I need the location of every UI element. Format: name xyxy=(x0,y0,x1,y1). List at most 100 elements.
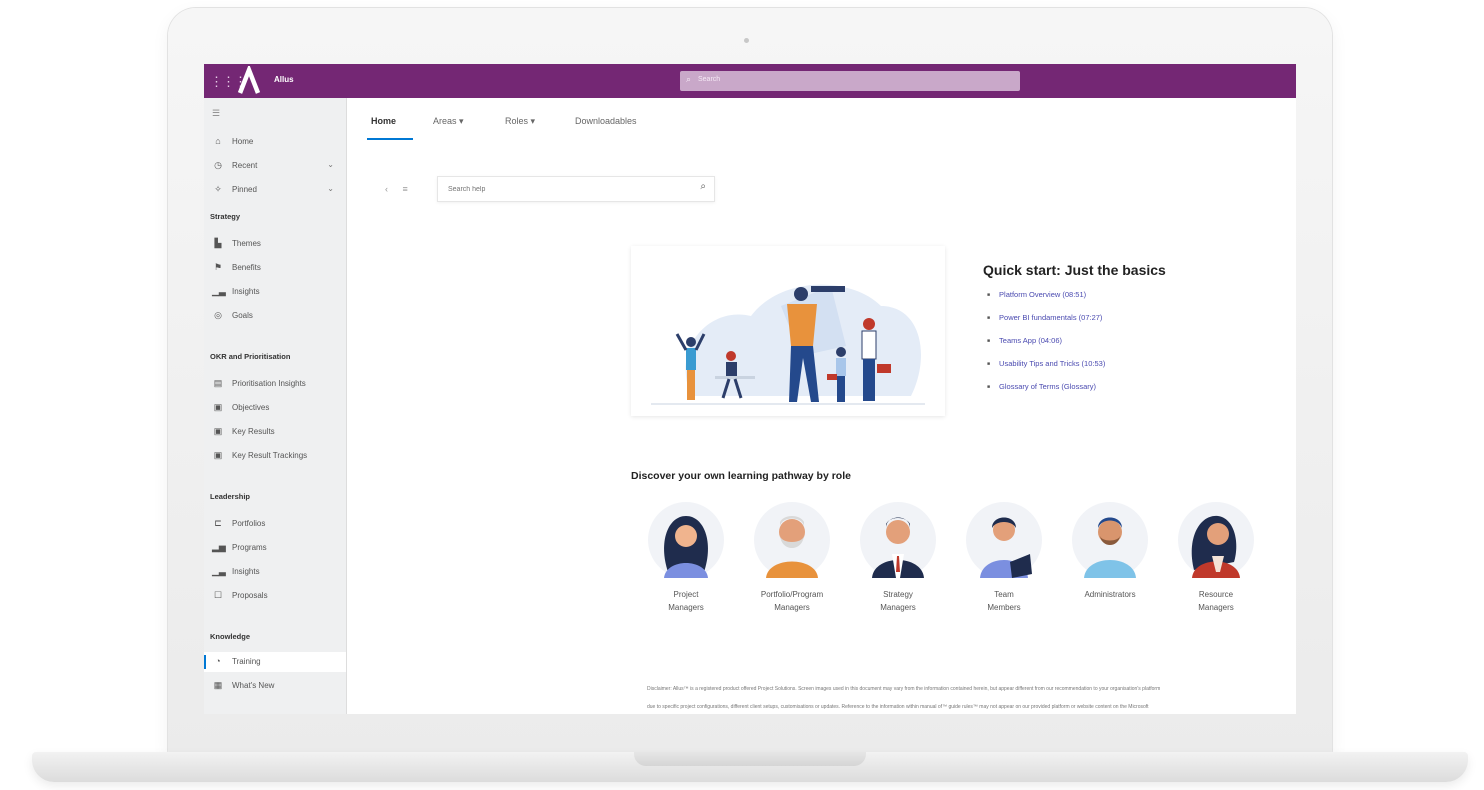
sidebar-item-label: Home xyxy=(232,137,254,146)
top-bar: ⋮⋮⋮ Allus ⌕ Search xyxy=(204,64,1296,98)
quick-start-link[interactable]: Glossary of Terms (Glossary) xyxy=(987,382,1105,405)
sidebar-item-label: Prioritisation Insights xyxy=(232,379,306,388)
portfolio-icon: ⊏ xyxy=(214,518,222,528)
disclaimer-text: Disclaimer: Allus™ is a registered produ… xyxy=(647,686,1161,692)
tab-areas[interactable]: Areas ▾ xyxy=(433,116,464,127)
list-icon: ▤ xyxy=(213,378,223,388)
quick-start-title: Quick start: Just the basics xyxy=(983,262,1166,278)
section-heading-leadership: Leadership xyxy=(210,492,251,501)
chart-icon: ▁▃ xyxy=(212,566,226,576)
sidebar-item-key-results[interactable]: ▣ Key Results xyxy=(204,422,346,442)
quick-start-link[interactable]: Power BI fundamentals (07:27) xyxy=(987,313,1105,336)
global-search-input[interactable]: ⌕ Search xyxy=(680,71,1020,91)
sidebar-item-label: Programs xyxy=(232,543,267,552)
sidebar-item-leadership-insights[interactable]: ▁▃ Insights xyxy=(204,562,346,582)
role-portfolio-program-managers[interactable]: Portfolio/Program Managers xyxy=(747,502,837,622)
sidebar-item-programs[interactable]: ▂▅ Programs xyxy=(204,538,346,558)
objective-icon: ▣ xyxy=(213,402,223,412)
sidebar-item-label: Insights xyxy=(232,287,260,296)
sidebar-item-objectives[interactable]: ▣ Objectives xyxy=(204,398,346,418)
search-placeholder: Search xyxy=(698,76,721,83)
pin-icon: ✧ xyxy=(214,184,222,194)
sidebar-item-pinned[interactable]: ✧ Pinned ⌄ xyxy=(204,180,346,200)
role-team-members[interactable]: Team Members xyxy=(959,502,1049,622)
sidebar-item-benefits[interactable]: ⚑ Benefits xyxy=(204,258,346,278)
quick-start-link[interactable]: Platform Overview (08:51) xyxy=(987,290,1105,313)
chart-icon: ▁▃ xyxy=(212,286,226,296)
role-label: Managers xyxy=(774,603,810,612)
sidebar-item-label: Objectives xyxy=(232,403,270,412)
sidebar-item-proposals[interactable]: ☐ Proposals xyxy=(204,586,346,606)
sidebar-item-label: Key Results xyxy=(232,427,275,436)
camera-icon xyxy=(744,38,749,43)
sidebar-item-training[interactable]: ◔ Training xyxy=(204,652,346,672)
discover-title: Discover your own learning pathway by ro… xyxy=(631,470,851,482)
search-icon[interactable]: ⌕ xyxy=(700,181,706,192)
sidebar-item-label: Benefits xyxy=(232,263,261,272)
app-screen: ⋮⋮⋮ Allus ⌕ Search ☰ ⌂ Home ◷ Recent ⌄ ✧… xyxy=(204,64,1296,714)
back-forward-arrows[interactable]: ‹ ≡ xyxy=(385,184,414,194)
role-label: Resource xyxy=(1198,590,1234,599)
training-icon: ◔ xyxy=(215,656,221,666)
sidebar-item-label: Proposals xyxy=(232,591,268,600)
role-label: Members xyxy=(987,603,1021,612)
sidebar-item-label: Themes xyxy=(232,239,261,248)
tab-roles[interactable]: Roles ▾ xyxy=(505,116,535,127)
sidebar-item-prioritisation-insights[interactable]: ▤ Prioritisation Insights xyxy=(204,374,346,394)
avatar xyxy=(966,502,1042,578)
role-label: Administrators xyxy=(1084,590,1136,599)
role-resource-managers[interactable]: Resource Managers xyxy=(1171,502,1261,622)
laptop-notch xyxy=(634,752,866,766)
sidebar-item-goals[interactable]: ◎ Goals xyxy=(204,306,346,326)
team-illustration xyxy=(651,284,925,405)
role-label: Project xyxy=(673,590,699,599)
role-project-managers[interactable]: Project Managers xyxy=(641,502,731,622)
sidebar-item-label: Key Result Trackings xyxy=(232,451,308,460)
role-label: Team xyxy=(994,590,1014,599)
help-search-box[interactable]: ⌕ xyxy=(437,176,715,202)
role-administrators[interactable]: Administrators xyxy=(1065,502,1155,622)
news-icon: ▦ xyxy=(213,680,223,690)
sidebar-item-insights[interactable]: ▁▃ Insights xyxy=(204,282,346,302)
chevron-down-icon[interactable]: ⌄ xyxy=(327,160,334,169)
key-results-icon: ▣ xyxy=(213,426,223,436)
home-icon: ⌂ xyxy=(215,136,221,146)
section-heading-strategy: Strategy xyxy=(210,212,241,221)
sidebar-item-home[interactable]: ⌂ Home xyxy=(204,132,346,152)
active-tab-indicator xyxy=(367,138,413,140)
sidebar: ☰ ⌂ Home ◷ Recent ⌄ ✧ Pinned ⌄ Strategy … xyxy=(204,98,347,714)
help-search-input[interactable] xyxy=(446,181,680,197)
quick-start-link[interactable]: Usability Tips and Tricks (10:53) xyxy=(987,359,1105,382)
proposal-icon: ☐ xyxy=(213,590,223,600)
tracking-icon: ▣ xyxy=(213,450,223,460)
quick-start-illustration xyxy=(631,246,945,416)
sidebar-item-label: Training xyxy=(232,657,261,666)
avatar xyxy=(1072,502,1148,578)
role-label: Strategy xyxy=(883,590,913,599)
quick-start-link[interactable]: Teams App (04:06) xyxy=(987,336,1105,359)
sidebar-item-portfolios[interactable]: ⊏ Portfolios xyxy=(204,514,346,534)
sidebar-item-themes[interactable]: ▙ Themes xyxy=(204,234,346,254)
section-heading-okr: OKR and Prioritisation xyxy=(210,352,291,361)
role-label: Portfolio/Program xyxy=(760,590,824,599)
sidebar-item-label: Portfolios xyxy=(232,519,266,528)
logo-icon[interactable] xyxy=(234,66,264,96)
sidebar-item-label: Recent xyxy=(232,161,258,170)
section-heading-knowledge: Knowledge xyxy=(210,632,251,641)
avatar xyxy=(754,502,830,578)
role-label: Managers xyxy=(668,603,704,612)
main-content: Home Areas ▾ Roles ▾ Downloadables ‹ ≡ ⌕ xyxy=(347,98,1296,714)
tab-downloadables[interactable]: Downloadables xyxy=(575,116,637,126)
chevron-down-icon[interactable]: ⌄ xyxy=(327,184,334,193)
tab-home[interactable]: Home xyxy=(371,116,396,126)
role-strategy-managers[interactable]: Strategy Managers xyxy=(853,502,943,622)
sidebar-item-key-result-trackings[interactable]: ▣ Key Result Trackings xyxy=(204,446,346,466)
search-icon: ⌕ xyxy=(686,74,692,84)
avatar xyxy=(1178,502,1254,578)
sidebar-item-recent[interactable]: ◷ Recent ⌄ xyxy=(204,156,346,176)
hamburger-icon[interactable]: ☰ xyxy=(212,108,220,119)
goals-icon: ◎ xyxy=(214,310,222,320)
sidebar-item-whats-new[interactable]: ▦ What's New xyxy=(204,676,346,696)
sidebar-item-label: Insights xyxy=(232,567,260,576)
app-name: Allus xyxy=(274,75,294,84)
